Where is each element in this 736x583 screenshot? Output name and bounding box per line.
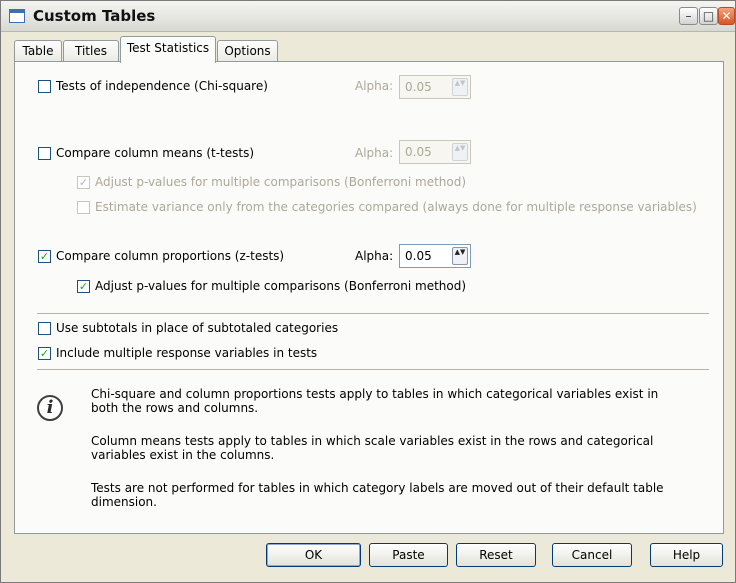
window-title: Custom Tables (33, 7, 156, 25)
separator (37, 369, 709, 370)
proportions-label: Compare column proportions (z-tests) (56, 249, 285, 263)
separator (37, 313, 709, 314)
means-adjust-checkbox[interactable]: ✓ (77, 176, 90, 189)
tab-test-statistics[interactable]: Test Statistics (120, 36, 216, 63)
info-text-2: Column means tests apply to tables in wh… (91, 434, 654, 462)
test-statistics-panel: Tests of independence (Chi-square) Alpha… (14, 61, 724, 534)
window-app-icon (9, 9, 25, 23)
info-text-3: Tests are not performed for tables in wh… (91, 481, 664, 509)
info-icon: i (37, 395, 63, 421)
title-bar[interactable]: Custom Tables – □ ✕ (1, 1, 735, 32)
subtotals-checkbox[interactable] (38, 322, 51, 335)
proportions-alpha-value: 0.05 (405, 249, 432, 263)
spin-arrows-icon[interactable]: ▲▼ (452, 247, 468, 265)
custom-tables-dialog: Custom Tables – □ ✕ Table Titles Test St… (0, 0, 736, 583)
minimize-button[interactable]: – (679, 7, 698, 25)
proportions-alpha-spinner[interactable]: 0.05 ▲▼ (399, 244, 471, 268)
multiple-response-label: Include multiple response variables in t… (56, 346, 318, 360)
tab-table[interactable]: Table (14, 40, 62, 62)
means-estimate-checkbox[interactable] (77, 201, 90, 214)
tab-titles[interactable]: Titles (63, 40, 119, 62)
independence-alpha-value: 0.05 (405, 80, 432, 94)
maximize-button[interactable]: □ (699, 7, 718, 25)
means-alpha-value: 0.05 (405, 145, 432, 159)
subtotals-label: Use subtotals in place of subtotaled cat… (56, 321, 339, 335)
means-label: Compare column means (t-tests) (56, 146, 255, 160)
independence-label: Tests of independence (Chi-square) (56, 79, 268, 93)
proportions-adjust-label: Adjust p-values for multiple comparisons… (95, 279, 467, 293)
proportions-adjust-checkbox[interactable]: ✓ (77, 280, 90, 293)
independence-alpha-spinner[interactable]: 0.05 ▲▼ (399, 75, 471, 99)
means-alpha-label: Alpha: (355, 146, 394, 160)
reset-button[interactable]: Reset (456, 543, 536, 567)
proportions-checkbox[interactable]: ✓ (38, 250, 51, 263)
proportions-alpha-label: Alpha: (355, 249, 394, 263)
multiple-response-checkbox[interactable]: ✓ (38, 347, 51, 360)
ok-button[interactable]: OK (266, 543, 361, 567)
spin-arrows-icon[interactable]: ▲▼ (452, 78, 468, 96)
info-text-1: Chi-square and column proportions tests … (91, 387, 659, 415)
paste-button[interactable]: Paste (369, 543, 448, 567)
means-alpha-spinner[interactable]: 0.05 ▲▼ (399, 140, 471, 164)
means-adjust-label: Adjust p-values for multiple comparisons… (95, 175, 467, 189)
tab-options[interactable]: Options (217, 40, 278, 62)
help-button[interactable]: Help (650, 543, 723, 567)
independence-alpha-label: Alpha: (355, 79, 394, 93)
means-estimate-label: Estimate variance only from the categori… (95, 200, 697, 214)
close-button[interactable]: ✕ (718, 7, 735, 25)
independence-checkbox[interactable] (38, 80, 51, 93)
cancel-button[interactable]: Cancel (552, 543, 632, 567)
spin-arrows-icon[interactable]: ▲▼ (452, 143, 468, 161)
means-checkbox[interactable] (38, 147, 51, 160)
